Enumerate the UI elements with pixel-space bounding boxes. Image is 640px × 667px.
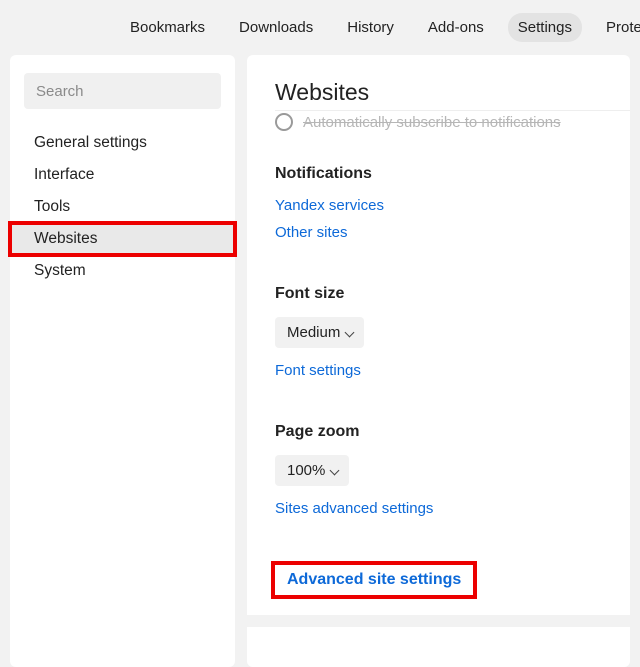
sidebar-item-tools[interactable]: Tools <box>10 191 235 223</box>
page-title: Websites <box>275 79 630 106</box>
chevron-down-icon <box>346 329 354 337</box>
main-panel: Websites Automatically subscribe to noti… <box>247 55 630 667</box>
next-card-peek <box>247 627 630 667</box>
advanced-site-settings-wrap: Advanced site settings <box>275 565 473 595</box>
auto-subscribe-label: Automatically subscribe to notifications <box>303 114 561 131</box>
pagezoom-value: 100% <box>287 462 325 479</box>
sidebar: General settings Interface Tools Website… <box>10 55 235 667</box>
link-yandex-services[interactable]: Yandex services <box>275 197 384 214</box>
sidebar-item-interface[interactable]: Interface <box>10 159 235 191</box>
top-nav: Bookmarks Downloads History Add-ons Sett… <box>0 0 640 55</box>
topnav-item-history[interactable]: History <box>337 13 404 42</box>
link-font-settings[interactable]: Font settings <box>275 362 361 379</box>
fontsize-title: Font size <box>275 285 630 303</box>
search-input[interactable] <box>24 73 221 109</box>
pagezoom-select[interactable]: 100% <box>275 455 349 486</box>
topnav-item-addons[interactable]: Add-ons <box>418 13 494 42</box>
fontsize-value: Medium <box>287 324 340 341</box>
topnav-item-settings[interactable]: Settings <box>508 13 582 42</box>
radio-icon <box>275 113 293 131</box>
topnav-item-downloads[interactable]: Downloads <box>229 13 323 42</box>
fontsize-select[interactable]: Medium <box>275 317 364 348</box>
link-other-sites[interactable]: Other sites <box>275 224 348 241</box>
notifications-title: Notifications <box>275 165 630 183</box>
sidebar-item-websites[interactable]: Websites <box>10 223 235 255</box>
link-advanced-site-settings[interactable]: Advanced site settings <box>287 571 461 588</box>
link-sites-advanced[interactable]: Sites advanced settings <box>275 500 433 517</box>
pagezoom-title: Page zoom <box>275 423 630 441</box>
sidebar-item-general[interactable]: General settings <box>10 127 235 159</box>
chevron-down-icon <box>331 467 339 475</box>
auto-subscribe-row[interactable]: Automatically subscribe to notifications <box>275 113 630 131</box>
sidebar-item-system[interactable]: System <box>10 255 235 287</box>
topnav-item-bookmarks[interactable]: Bookmarks <box>120 13 215 42</box>
topnav-item-protect[interactable]: Protect <box>596 13 640 42</box>
